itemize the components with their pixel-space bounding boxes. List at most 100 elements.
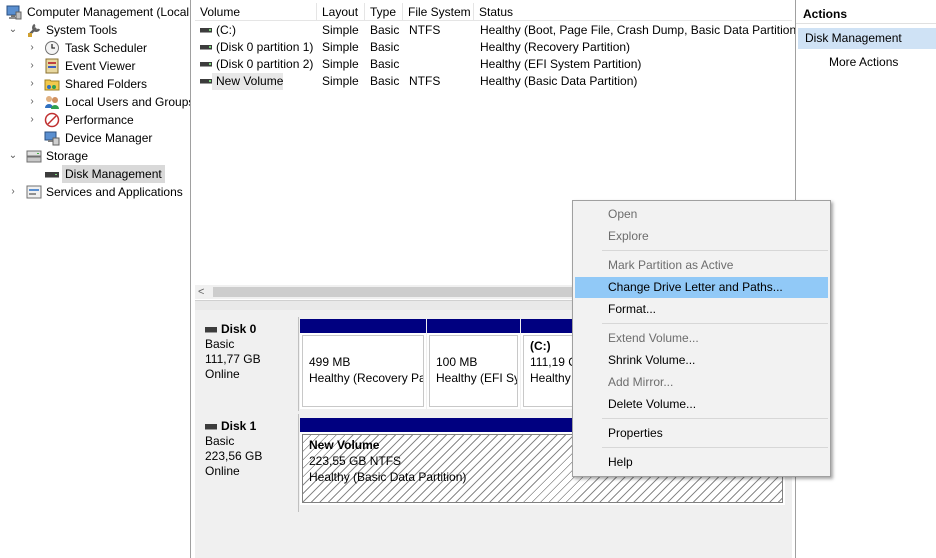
volume-row[interactable]: (Disk 0 partition 2) Simple Basic Health… <box>195 56 792 73</box>
chevron-right-icon[interactable]: › <box>26 57 38 75</box>
chevron-down-icon[interactable]: ⌄ <box>7 147 19 165</box>
chevron-down-icon[interactable]: ⌄ <box>7 21 19 39</box>
tree-item-computer-management[interactable]: Computer Management (Local <box>0 3 190 21</box>
scroll-left-button[interactable]: < <box>198 285 204 299</box>
actions-section-disk-management[interactable]: Disk Management <box>798 28 936 49</box>
disk-type: Basic <box>205 434 235 448</box>
chevron-right-icon[interactable]: › <box>26 93 38 111</box>
volume-type: Basic <box>370 23 400 37</box>
menu-item-add-mirror[interactable]: Add Mirror... <box>575 372 828 393</box>
disk-state: Online <box>205 367 240 381</box>
context-menu: Open Explore Mark Partition as Active Ch… <box>572 200 831 477</box>
menu-item-open[interactable]: Open <box>575 204 828 225</box>
event-viewer-icon <box>45 58 59 74</box>
tree-item-label: Task Scheduler <box>65 41 148 55</box>
partition-recovery[interactable]: 499 MB Healthy (Recovery Pa <box>300 319 426 409</box>
tree-item-services-and-applications[interactable]: › Services and Applications <box>0 183 190 201</box>
tree-item-disk-management[interactable]: Disk Management <box>0 165 190 183</box>
menu-separator <box>602 447 828 448</box>
volume-icon <box>200 45 212 50</box>
computer-management-icon <box>6 5 22 20</box>
storage-icon <box>26 150 42 163</box>
clock-icon <box>45 41 59 55</box>
chevron-right-icon[interactable]: › <box>26 111 38 129</box>
volume-icon <box>200 62 212 67</box>
more-actions-link[interactable]: More Actions <box>829 53 898 71</box>
menu-separator <box>602 418 828 419</box>
volume-icon <box>200 79 212 84</box>
disk-size: 223,56 GB <box>205 449 263 463</box>
volume-layout: Simple <box>322 40 359 54</box>
disk-icon <box>45 172 59 178</box>
tree-item-label: Event Viewer <box>65 59 136 73</box>
disk-info-disk-0[interactable]: Disk 0 Basic 111,77 GB Online <box>197 317 299 411</box>
volume-status: Healthy (EFI System Partition) <box>480 57 642 71</box>
menu-item-shrink-volume[interactable]: Shrink Volume... <box>575 350 828 371</box>
partition-body: 499 MB Healthy (Recovery Pa <box>302 335 424 407</box>
volume-name: (Disk 0 partition 1) <box>216 40 314 54</box>
performance-icon <box>44 112 60 128</box>
volume-layout: Simple <box>322 23 359 37</box>
disk-size: 111,77 GB <box>205 352 261 366</box>
tree-item-device-manager[interactable]: Device Manager <box>0 129 190 147</box>
volume-status: Healthy (Basic Data Partition) <box>480 74 638 88</box>
menu-item-format[interactable]: Format... <box>575 299 828 320</box>
partition-efi[interactable]: 100 MB Healthy (EFI Sy <box>427 319 520 409</box>
menu-item-mark-partition-active[interactable]: Mark Partition as Active <box>575 255 828 276</box>
tree-item-label: Computer Management (Local <box>27 5 190 19</box>
volume-file-system: NTFS <box>409 74 441 88</box>
column-header-type[interactable]: Type <box>365 3 403 21</box>
volume-row[interactable]: (Disk 0 partition 1) Simple Basic Health… <box>195 39 792 56</box>
volume-file-system: NTFS <box>409 23 441 37</box>
chevron-right-icon[interactable]: › <box>26 75 38 93</box>
menu-item-delete-volume[interactable]: Delete Volume... <box>575 394 828 415</box>
volume-name: (Disk 0 partition 2) <box>216 57 314 71</box>
tree-item-label: Device Manager <box>65 131 153 145</box>
menu-item-extend-volume[interactable]: Extend Volume... <box>575 328 828 349</box>
tree-item-event-viewer[interactable]: › Event Viewer <box>0 57 190 75</box>
partition-bar <box>300 319 426 333</box>
chevron-right-icon[interactable]: › <box>7 183 19 201</box>
column-header-status[interactable]: Status <box>474 3 792 21</box>
partition-title <box>436 338 511 354</box>
volume-list-header: Volume Layout Type File System Status <box>195 3 792 21</box>
disk-name: Disk 1 <box>205 419 298 434</box>
volume-name: (C:) <box>216 23 236 37</box>
users-icon <box>45 96 59 109</box>
tree-item-performance[interactable]: › Performance <box>0 111 190 129</box>
tree-item-storage[interactable]: ⌄ Storage <box>0 147 190 165</box>
volume-layout: Simple <box>322 74 359 88</box>
navigation-tree: Computer Management (Local ⌄ System Tool… <box>0 0 191 558</box>
tree-item-label: Services and Applications <box>46 185 183 199</box>
partition-size: 100 MB <box>436 355 478 369</box>
volume-icon <box>200 28 212 33</box>
menu-item-help[interactable]: Help <box>575 452 828 473</box>
tree-item-system-tools[interactable]: ⌄ System Tools <box>0 21 190 39</box>
partition-title <box>309 338 417 354</box>
volume-type: Basic <box>370 57 400 71</box>
volume-row[interactable]: (C:) Simple Basic NTFS Healthy (Boot, Pa… <box>195 22 800 39</box>
menu-item-change-drive-letter[interactable]: Change Drive Letter and Paths... <box>575 277 828 298</box>
tree-item-shared-folders[interactable]: › Shared Folders <box>0 75 190 93</box>
disk-name: Disk 0 <box>205 322 298 337</box>
tree-item-label: Local Users and Groups <box>65 95 191 109</box>
menu-separator <box>602 323 828 324</box>
tree-item-task-scheduler[interactable]: › Task Scheduler <box>0 39 190 57</box>
tree-item-local-users-and-groups[interactable]: › Local Users and Groups <box>0 93 191 111</box>
chevron-right-icon[interactable]: › <box>26 39 38 57</box>
column-header-file-system[interactable]: File System <box>403 3 474 21</box>
tree-item-label: System Tools <box>46 23 118 37</box>
tree-item-label: Storage <box>46 149 89 163</box>
column-header-layout[interactable]: Layout <box>317 3 365 21</box>
disk-info-disk-1[interactable]: Disk 1 Basic 223,56 GB Online <box>197 414 299 512</box>
partition-status: Healthy (Recovery Pa <box>309 371 424 385</box>
tree-item-label: Disk Management <box>62 165 165 183</box>
menu-item-explore[interactable]: Explore <box>575 226 828 247</box>
volume-status: Healthy (Boot, Page File, Crash Dump, Ba… <box>480 23 801 37</box>
volume-row[interactable]: New Volume Simple Basic NTFS Healthy (Ba… <box>195 73 792 90</box>
column-header-volume[interactable]: Volume <box>195 3 317 21</box>
menu-item-properties[interactable]: Properties <box>575 423 828 444</box>
volume-type: Basic <box>370 74 400 88</box>
volume-type: Basic <box>370 40 400 54</box>
partition-bar <box>427 319 520 333</box>
